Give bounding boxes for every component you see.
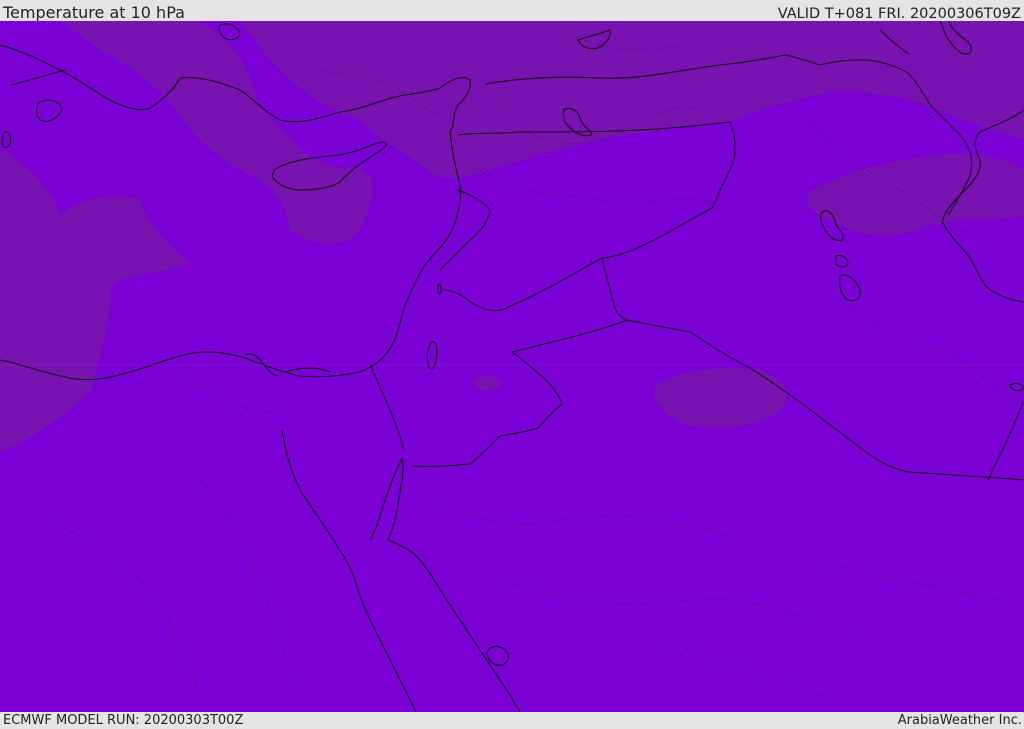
chart-title: Temperature at 10 hPa	[3, 3, 185, 22]
weather-map[interactable]	[0, 21, 1024, 712]
map-canvas	[0, 21, 1024, 712]
header-bar: Temperature at 10 hPa VALID T+081 FRI. 2…	[0, 0, 1024, 22]
credit-label: ArabiaWeather Inc.	[897, 713, 1022, 728]
footer-bar: ECMWF MODEL RUN: 20200303T00Z ArabiaWeat…	[0, 712, 1024, 729]
valid-time-label: VALID T+081 FRI. 20200306T09Z	[777, 6, 1021, 22]
model-run-label: ECMWF MODEL RUN: 20200303T00Z	[3, 713, 244, 728]
